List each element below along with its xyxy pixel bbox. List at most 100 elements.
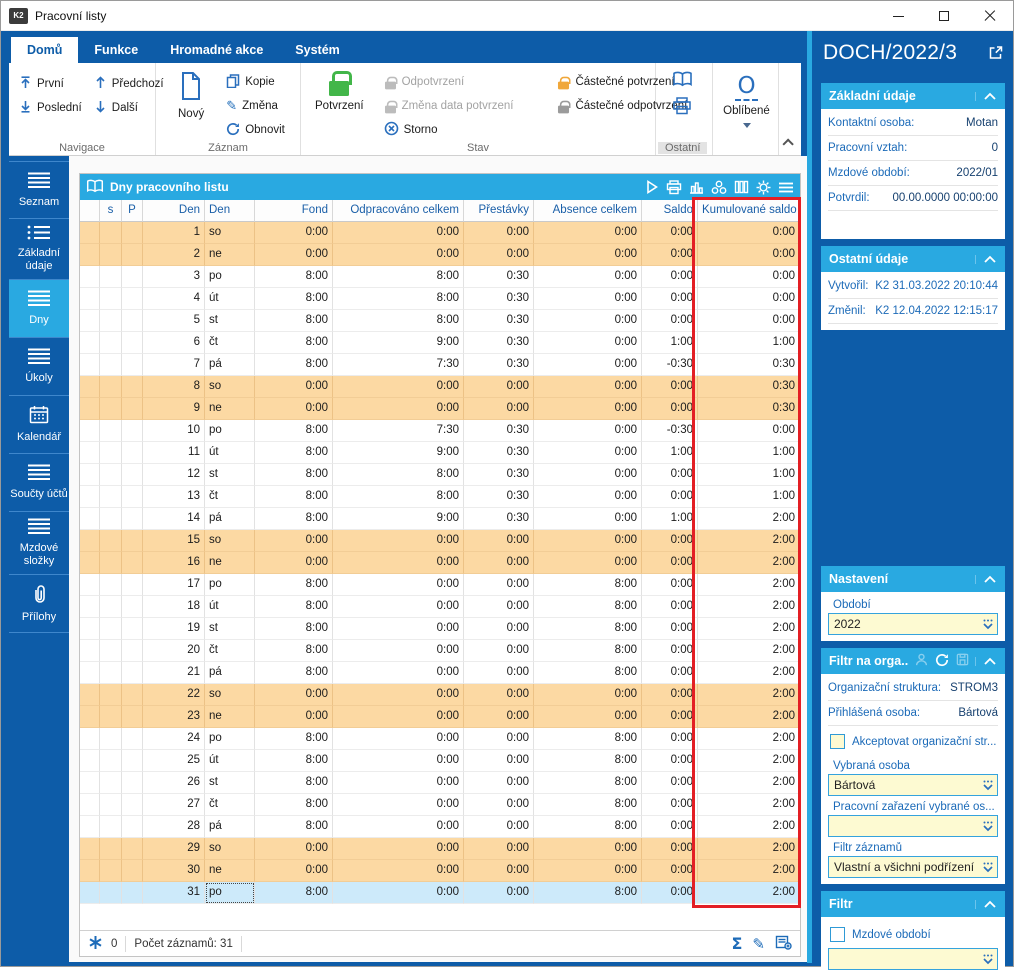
table-row-24[interactable]: 24 po 8:00 0:00 0:00 8:00 0:00 2:00 — [80, 728, 800, 750]
column-header-kumulovan-saldo-10[interactable]: Kumulované saldo — [698, 200, 800, 222]
cell[interactable]: 8:00 — [534, 640, 642, 662]
cell[interactable]: 0:00 — [534, 398, 642, 420]
table-row-12[interactable]: 12st 8:00 8:00 0:30 0:00 0:00 1:00 — [80, 464, 800, 486]
cell[interactable]: 2:00 — [698, 838, 800, 860]
cell[interactable] — [122, 772, 143, 794]
cell[interactable] — [80, 706, 100, 728]
cell[interactable]: 15 — [143, 530, 205, 552]
cell[interactable]: 3 — [143, 266, 205, 288]
table-row-9[interactable]: 9 ne 0:00 0:00 0:00 0:00 0:00 0:30 — [80, 398, 800, 420]
cell[interactable]: 30 — [143, 860, 205, 882]
cell[interactable]: 1:00 — [698, 464, 800, 486]
cell[interactable] — [80, 816, 100, 838]
cell[interactable]: 8 — [143, 376, 205, 398]
cell[interactable] — [100, 398, 122, 420]
cell[interactable] — [80, 266, 100, 288]
cell[interactable]: 0:30 — [464, 420, 534, 442]
refresh-icon[interactable] — [935, 653, 949, 670]
cell[interactable]: 2:00 — [698, 816, 800, 838]
cell[interactable] — [100, 684, 122, 706]
cell[interactable]: 0:00 — [255, 706, 333, 728]
cell[interactable] — [100, 706, 122, 728]
cell[interactable]: 0:30 — [464, 288, 534, 310]
cell[interactable]: 0:00 — [255, 860, 333, 882]
cell[interactable] — [80, 640, 100, 662]
cell[interactable]: út — [205, 442, 255, 464]
cell[interactable] — [80, 662, 100, 684]
cell[interactable]: 0:00 — [642, 574, 698, 596]
column-header-den-3[interactable]: Den — [143, 200, 205, 222]
cell[interactable] — [122, 728, 143, 750]
group-label-ostatni[interactable]: Ostatní — [658, 142, 708, 154]
column-header-saldo-9[interactable]: Saldo — [642, 200, 698, 222]
cell[interactable]: ne — [205, 552, 255, 574]
cell[interactable]: 0:00 — [464, 750, 534, 772]
cell[interactable]: st — [205, 464, 255, 486]
last-button[interactable]: Poslední — [13, 96, 88, 120]
cell[interactable] — [122, 310, 143, 332]
cell[interactable]: 0:00 — [642, 640, 698, 662]
cell[interactable]: 0:00 — [642, 376, 698, 398]
cell[interactable] — [100, 662, 122, 684]
job-assignment-input[interactable] — [828, 815, 998, 837]
table-row-16[interactable]: 16 ne 0:00 0:00 0:00 0:00 0:00 2:00 — [80, 552, 800, 574]
section-settings-header[interactable]: Nastavení — [821, 566, 1005, 592]
cell[interactable] — [122, 354, 143, 376]
cell[interactable]: 5 — [143, 310, 205, 332]
cell[interactable]: 0:00 — [642, 222, 698, 244]
cell[interactable]: 8:00 — [255, 640, 333, 662]
ribbon-collapse-button[interactable] — [782, 138, 794, 150]
cell[interactable]: 0:00 — [464, 222, 534, 244]
cell[interactable]: 0:30 — [464, 266, 534, 288]
open-in-window-icon[interactable] — [988, 45, 1003, 63]
cell[interactable]: 2:00 — [698, 706, 800, 728]
cell[interactable]: 0:00 — [464, 376, 534, 398]
table-row-14[interactable]: 14 pá 8:00 9:00 0:30 0:00 1:00 2:00 — [80, 508, 800, 530]
cell[interactable] — [122, 398, 143, 420]
collapse-icon[interactable] — [975, 254, 997, 264]
cell[interactable]: 23 — [143, 706, 205, 728]
cell[interactable]: 2:00 — [698, 794, 800, 816]
cell[interactable] — [122, 486, 143, 508]
cell[interactable] — [80, 354, 100, 376]
cell[interactable]: 0:00 — [534, 332, 642, 354]
cell[interactable]: so — [205, 838, 255, 860]
copy-button[interactable]: Kopie — [220, 70, 291, 94]
cell[interactable]: 0:00 — [534, 706, 642, 728]
cell[interactable]: 0:00 — [642, 728, 698, 750]
cell[interactable]: 0:00 — [333, 772, 464, 794]
section-filter-header[interactable]: Filtr — [821, 891, 1005, 917]
collapse-icon[interactable] — [975, 574, 997, 584]
cell[interactable]: 9:00 — [333, 508, 464, 530]
sidebar-item-koly[interactable]: Úkoly — [9, 338, 69, 396]
cell[interactable]: 2:00 — [698, 640, 800, 662]
cell[interactable]: 2:00 — [698, 552, 800, 574]
cell[interactable]: 0:00 — [255, 398, 333, 420]
cell[interactable]: pá — [205, 816, 255, 838]
cell[interactable] — [100, 574, 122, 596]
cell[interactable]: 0:00 — [698, 244, 800, 266]
cell[interactable] — [100, 376, 122, 398]
new-button[interactable]: Nový — [172, 68, 210, 120]
cell[interactable]: 8:00 — [255, 508, 333, 530]
cell[interactable]: 0:00 — [642, 310, 698, 332]
table-row-1[interactable]: 1 so 0:00 0:00 0:00 0:00 0:00 0:00 — [80, 222, 800, 244]
change-button[interactable]: ✎ Změna — [220, 94, 291, 118]
cell[interactable]: 1 — [143, 222, 205, 244]
cell[interactable] — [100, 618, 122, 640]
cell[interactable]: 0:00 — [534, 838, 642, 860]
cell[interactable]: 8:00 — [255, 750, 333, 772]
cell[interactable]: 2:00 — [698, 772, 800, 794]
cell[interactable]: 0:00 — [534, 508, 642, 530]
edit-icon[interactable]: ✎ — [752, 935, 765, 953]
cell[interactable]: 7 — [143, 354, 205, 376]
cell[interactable]: 0:00 — [464, 662, 534, 684]
cell[interactable]: 2:00 — [698, 882, 800, 904]
cell[interactable]: 0:00 — [642, 794, 698, 816]
column-header-p-2[interactable]: P — [122, 200, 143, 222]
cell[interactable] — [80, 486, 100, 508]
cell[interactable]: 11 — [143, 442, 205, 464]
cell[interactable] — [80, 464, 100, 486]
cell[interactable]: 0:00 — [464, 706, 534, 728]
table-row-20[interactable]: 20 čt 8:00 0:00 0:00 8:00 0:00 2:00 — [80, 640, 800, 662]
